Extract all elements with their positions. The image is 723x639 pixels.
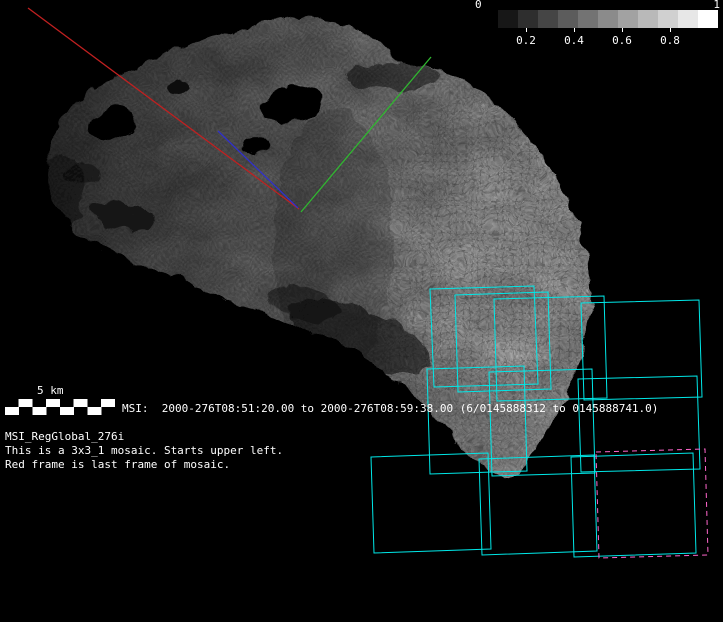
colorbar-tick-label: 0.4: [564, 34, 584, 47]
colorbar: 0 1 0.20.40.60.8: [478, 0, 718, 50]
colorbar-tick: [526, 28, 527, 32]
shadow-patch: [344, 58, 436, 88]
mosaic-legend-note: Red frame is last frame of mosaic.: [5, 458, 283, 472]
colorbar-tick: [574, 28, 575, 32]
colorbar-tick-label: 0.6: [612, 34, 632, 47]
mosaic-frame: [581, 300, 702, 400]
scale-bar-checker: [5, 399, 115, 415]
shape-model-viewport[interactable]: [0, 0, 723, 639]
facet-noise: [20, 0, 620, 500]
mosaic-description: This is a 3x3_1 mosaic. Starts upper lef…: [5, 444, 283, 458]
colorbar-tick: [670, 28, 671, 32]
colorbar-tick: [622, 28, 623, 32]
scale-bar: 5 km: [5, 384, 115, 415]
mosaic-frame: [371, 453, 491, 553]
colorbar-ticks: 0.2 0.4 0.6 0.8: [478, 28, 718, 50]
colorbar-tick-label: 0.2: [516, 34, 536, 47]
shadow-patch: [30, 150, 80, 230]
mosaic-name: MSI_RegGlobal_276i: [5, 430, 283, 444]
observation-time-status: MSI: 2000-276T08:51:20.00 to 2000-276T08…: [122, 402, 658, 415]
viewer-window: 0 1 0.20.40.60.8 5 km MSI: 2000-276T08:5…: [0, 0, 723, 639]
colorbar-tick-label: 0.8: [660, 34, 680, 47]
scale-bar-label: 5 km: [37, 384, 115, 397]
mosaic-last-frame: [596, 449, 708, 558]
asteroid-shape-model: [20, 0, 635, 500]
mosaic-info-block: MSI_RegGlobal_276i This is a 3x3_1 mosai…: [5, 430, 283, 472]
bottom-strip: [0, 622, 723, 639]
colorbar-gradient: [478, 10, 718, 28]
mosaic-frame: [571, 453, 696, 557]
shadow-hole: [164, 76, 188, 90]
